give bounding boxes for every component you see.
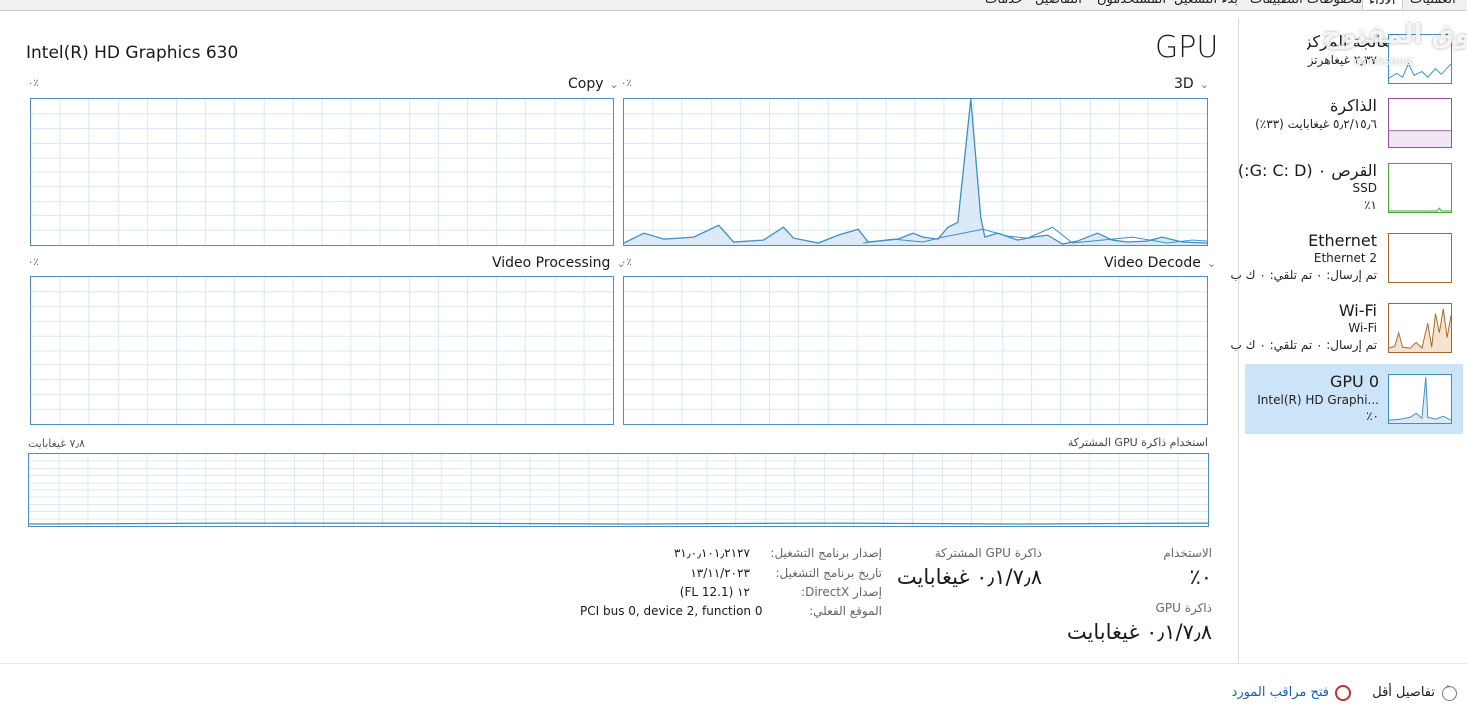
gpu-memory-value: ٠٫١/٧٫٨ غيغابايت bbox=[1066, 620, 1212, 644]
3d-graph-svg bbox=[624, 99, 1207, 245]
resource-sidebar: وحدة المعالجة المركزية ٢٫٣٧ غيغاهرتز الذ… bbox=[1231, 18, 1467, 663]
chevron-down-icon: ⌄ bbox=[1206, 257, 1217, 270]
3d-engine-label: 3D bbox=[1174, 76, 1194, 92]
shared-gpu-memory-label: ذاكرة GPU المشتركة bbox=[934, 546, 1042, 560]
driver-version-key: إصدار برنامج التشغيل: bbox=[770, 546, 882, 560]
video-processing-grid bbox=[31, 277, 613, 424]
sidebar-memory-title: الذاكرة bbox=[1330, 96, 1377, 115]
copy-engine-graph bbox=[30, 98, 614, 246]
video-processing-engine-selector[interactable]: Video Processing ⌄ bbox=[492, 255, 626, 271]
copy-engine-selector[interactable]: Copy ⌄ bbox=[568, 76, 619, 92]
directx-version-key: إصدار DirectX: bbox=[801, 585, 882, 599]
shared-memory-max-label: ٧٫٨ غيغابايت bbox=[28, 437, 85, 450]
video-processing-label: Video Processing bbox=[492, 255, 611, 271]
copy-graph-svg bbox=[31, 99, 613, 245]
disk-thumb-svg bbox=[1389, 207, 1451, 212]
chevron-up-icon[interactable]: ˆ bbox=[1442, 684, 1457, 701]
sidebar-wifi-title: Wi-Fi bbox=[1338, 301, 1377, 320]
shared-memory-graph bbox=[28, 453, 1209, 527]
tab-performance[interactable]: الأداء bbox=[1362, 0, 1403, 9]
driver-version-value: ٣١٫٠٫١٠١٫٢١٢٧ bbox=[673, 546, 750, 560]
3d-percent-label: ٠٪ bbox=[621, 78, 632, 89]
tab-users[interactable]: المستخدمون bbox=[1097, 0, 1166, 8]
gpu-thumb-line bbox=[1389, 376, 1451, 421]
tab-processes[interactable]: العمليات bbox=[1410, 0, 1456, 8]
sidebar-gpu-percent: ٠٪ bbox=[1366, 409, 1379, 423]
sidebar-gpu-title: GPU 0 bbox=[1329, 372, 1379, 391]
gpu-thumbnail-graph bbox=[1388, 374, 1452, 424]
video-processing-graph-svg bbox=[31, 277, 613, 424]
chevron-down-icon: ⌄ bbox=[609, 78, 619, 91]
open-resource-monitor-link[interactable]: فتح مراقب المورد bbox=[1225, 685, 1329, 700]
utilization-value: ٠٪ bbox=[1189, 565, 1212, 589]
directx-version-value: ١٢ (FL 12.1) bbox=[679, 585, 750, 599]
sidebar-item-ethernet[interactable]: Ethernet Ethernet 2 تم إرسال: ٠ تم تلقي:… bbox=[1231, 228, 1467, 294]
physical-location-value: PCI bus 0, device 2, function 0 bbox=[580, 604, 763, 618]
footer-bar: ˆ تفاصيل أقل فتح مراقب المورد bbox=[0, 663, 1467, 721]
physical-location-key: الموقع الفعلي: bbox=[809, 604, 882, 618]
shared-memory-grid bbox=[29, 454, 1208, 526]
sidebar-ethernet-throughput: تم إرسال: ٠ تم تلقي: ٠ ك ب bbox=[1230, 268, 1378, 282]
sidebar-gpu-model: Intel(R) HD Graphi... bbox=[1257, 393, 1379, 407]
wifi-thumbnail-graph bbox=[1388, 303, 1452, 353]
watermark-logo: السوق المفتوح bbox=[1322, 20, 1467, 50]
page-title: GPU bbox=[1155, 30, 1219, 65]
sidebar-disk-title: القرص ٠ (G: C: D:) bbox=[1237, 161, 1377, 180]
gpu-memory-label: ذاكرة GPU bbox=[1155, 601, 1212, 615]
video-decode-label: Video Decode bbox=[1104, 255, 1201, 271]
tab-details[interactable]: التفاصيل bbox=[1035, 0, 1082, 8]
sidebar-memory-sub: ٥٫٢/١٥٫٦ غيغابايت (٣٣٪) bbox=[1255, 117, 1377, 131]
3d-grid bbox=[624, 99, 1207, 245]
video-decode-graph bbox=[623, 276, 1208, 425]
video-decode-engine-selector[interactable]: Video Decode ⌄ bbox=[1104, 255, 1216, 271]
sidebar-disk-percent: ١٪ bbox=[1364, 198, 1377, 212]
shared-memory-graph-svg bbox=[29, 454, 1208, 526]
video-decode-grid bbox=[624, 277, 1207, 424]
memory-thumb-fill bbox=[1389, 130, 1451, 147]
3d-engine-graph bbox=[623, 98, 1208, 246]
video-decode-graph-svg bbox=[624, 277, 1207, 424]
video-decode-percent-label: ٠٪ bbox=[621, 257, 632, 268]
utilization-label: الاستخدام bbox=[1163, 546, 1212, 560]
watermark-sub: opensooq bbox=[1354, 54, 1413, 68]
gpu-model-name: Intel(R) HD Graphics 630 bbox=[26, 43, 239, 63]
sidebar-ethernet-adapter: Ethernet 2 bbox=[1313, 251, 1377, 265]
copy-percent-label: ٠٪ bbox=[28, 78, 39, 89]
sidebar-item-memory[interactable]: الذاكرة ٥٫٢/١٥٫٦ غيغابايت (٣٣٪) bbox=[1239, 93, 1467, 159]
tab-startup[interactable]: بدء التشغيل bbox=[1174, 0, 1238, 8]
sidebar-wifi-throughput: تم إرسال: ٠ تم تلقي: ٠ ك ب bbox=[1230, 338, 1378, 352]
driver-date-value: ١٣/١١/٢٠٢٣ bbox=[690, 566, 750, 580]
sidebar-ethernet-title: Ethernet bbox=[1308, 231, 1377, 250]
wifi-thumb-area bbox=[1389, 308, 1451, 352]
disk-thumb-line bbox=[1389, 207, 1451, 212]
shared-memory-graph-title: استخدام ذاكرة GPU المشتركة bbox=[1067, 436, 1208, 449]
gpu-thumb-svg bbox=[1389, 376, 1451, 423]
copy-engine-label: Copy bbox=[568, 76, 604, 92]
ethernet-thumbnail-graph bbox=[1388, 233, 1452, 283]
video-processing-percent-label: ٠٪ bbox=[28, 257, 39, 268]
tab-app-history[interactable]: محفوظات التطبيقات bbox=[1250, 0, 1362, 8]
resource-monitor-icon bbox=[1335, 685, 1351, 701]
sidebar-disk-type: SSD bbox=[1352, 181, 1377, 195]
3d-engine-selector[interactable]: 3D ⌄ bbox=[1174, 76, 1209, 92]
sidebar-item-gpu[interactable]: GPU 0 Intel(R) HD Graphi... ٠٪ bbox=[1245, 364, 1463, 434]
video-processing-graph bbox=[30, 276, 614, 425]
fewer-details-link[interactable]: تفاصيل أقل bbox=[1360, 685, 1435, 700]
tab-services[interactable]: خدمات bbox=[985, 0, 1023, 8]
sidebar-item-wifi[interactable]: Wi-Fi Wi-Fi تم إرسال: ٠ تم تلقي: ٠ ك ب bbox=[1231, 298, 1467, 364]
chevron-down-icon: ⌄ bbox=[1199, 78, 1209, 91]
memory-thumbnail-graph bbox=[1388, 98, 1452, 148]
sidebar-item-disk[interactable]: القرص ٠ (G: C: D:) SSD ١٪ bbox=[1237, 158, 1467, 224]
memory-thumb-svg bbox=[1389, 130, 1451, 147]
driver-date-key: تاريخ برنامج التشغيل: bbox=[775, 566, 883, 580]
wifi-thumb-svg bbox=[1389, 308, 1451, 352]
copy-grid bbox=[31, 99, 613, 245]
disk-thumbnail-graph bbox=[1388, 163, 1452, 213]
tab-strip: خدمات التفاصيل المستخدمون بدء التشغيل مح… bbox=[0, 0, 1467, 11]
sidebar-wifi-adapter: Wi-Fi bbox=[1348, 321, 1377, 335]
